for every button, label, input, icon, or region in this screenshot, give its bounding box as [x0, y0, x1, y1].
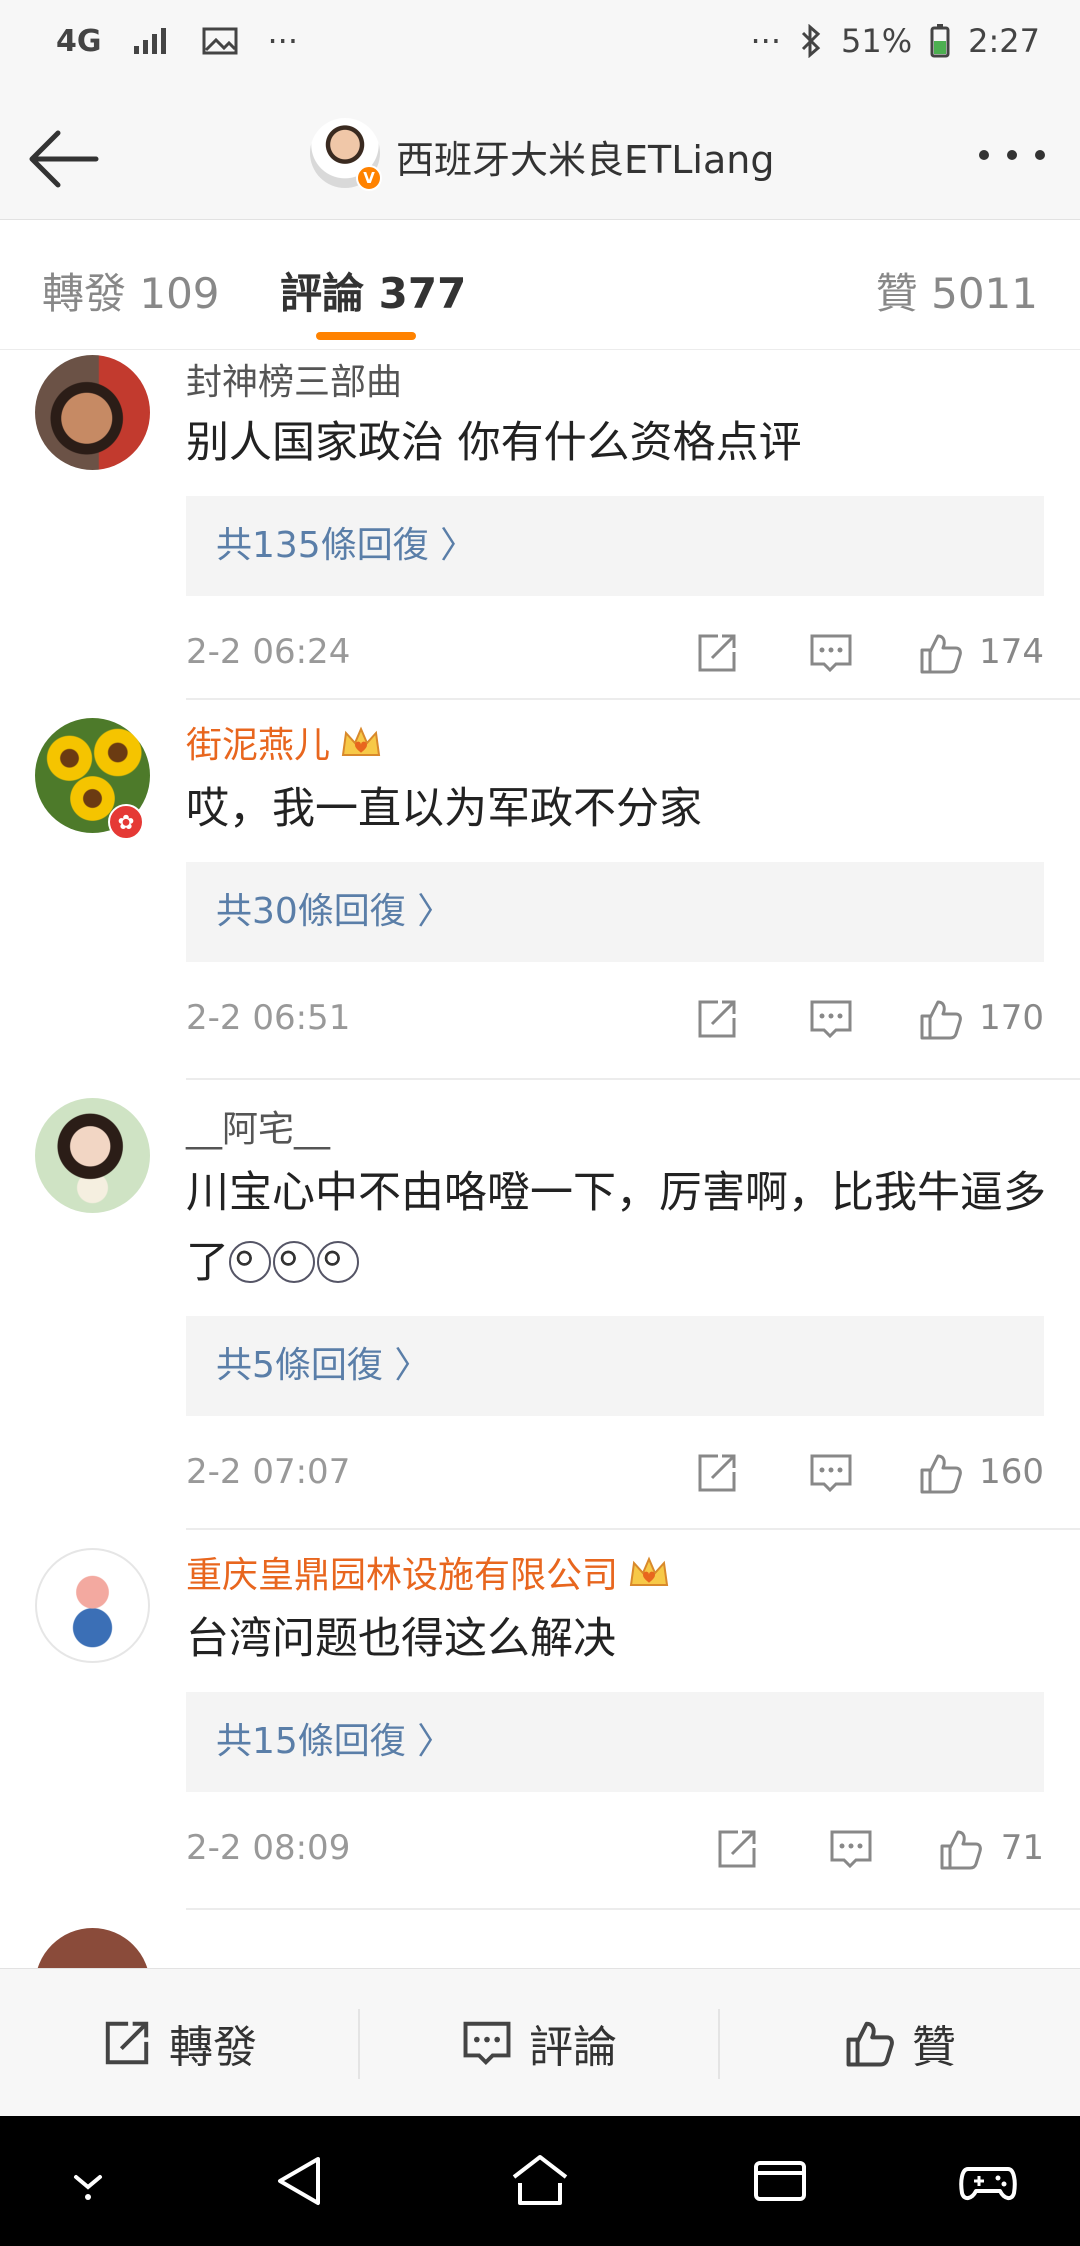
like-count: 170: [979, 998, 1044, 1038]
action-toolbar: 轉發 評論 贊: [0, 1968, 1080, 2116]
avatar[interactable]: [35, 1098, 150, 1213]
like-count: 71: [1000, 1828, 1044, 1868]
status-overflow-right: ···: [750, 22, 782, 60]
username[interactable]: 重庆皇鼎园林设施有限公司: [186, 1546, 670, 1598]
comment-list[interactable]: 封神榜三部曲 别人国家政治 你有什么资格点评 共135條回復 〉 2-2 06:…: [0, 350, 1080, 1968]
replies-link[interactable]: 共135條回復 〉: [186, 496, 1044, 596]
share-icon[interactable]: [714, 1826, 760, 1872]
thumbs-up-icon[interactable]: [918, 996, 964, 1042]
comment-text: 川宝心中不由咯噔一下，厉害啊，比我牛逼多了: [186, 1168, 1046, 1288]
comment-icon[interactable]: [808, 630, 854, 676]
comment-icon: [463, 2021, 511, 2066]
hide-keyboard-icon[interactable]: [58, 2151, 118, 2211]
like-count: 174: [979, 632, 1044, 672]
thumbs-up-icon[interactable]: [918, 630, 964, 676]
repost-label: 轉發: [169, 2022, 257, 2073]
author-name[interactable]: 西班牙大米良ETLiang: [396, 129, 774, 184]
timestamp: 2-2 08:09: [186, 1828, 351, 1868]
comment-button[interactable]: 評論: [360, 1969, 718, 2117]
active-tab-indicator: [316, 332, 416, 340]
tab-comments[interactable]: 評論 377: [280, 260, 466, 321]
like-button[interactable]: 贊: [720, 1969, 1080, 2117]
like-count: 160: [979, 1452, 1044, 1492]
timestamp: 2-2 06:51: [186, 998, 351, 1038]
top-bar: V 西班牙大米良ETLiang: [0, 95, 1080, 220]
crown-icon: [341, 726, 381, 756]
comment-text: 别人国家政治 你有什么资格点评: [186, 418, 802, 468]
replies-link[interactable]: 共30條回復 〉: [186, 862, 1044, 962]
signal-icon: [133, 28, 166, 54]
clock: 2:27: [968, 22, 1040, 60]
image-icon: [202, 27, 237, 55]
comment-meta: 2-2 08:09 71: [186, 1818, 1044, 1878]
share-icon[interactable]: [694, 630, 740, 676]
timestamp: 2-2 06:24: [186, 632, 351, 672]
emoji-icon: [317, 1241, 359, 1283]
replies-link[interactable]: 共5條回復 〉: [186, 1316, 1044, 1416]
comment-item: 封神榜三部曲 别人国家政治 你有什么资格点评 共135條回復 〉 2-2 06:…: [0, 350, 1080, 700]
tab-likes[interactable]: 贊 5011: [876, 260, 1038, 321]
thumbs-up-icon[interactable]: [918, 1450, 964, 1496]
tab-reposts[interactable]: 轉發 109: [42, 260, 220, 321]
comment-text: 哎，我一直以为军政不分家: [186, 784, 702, 834]
share-icon: [105, 2021, 149, 2065]
tab-bar: 轉發 109 評論 377 贊 5011: [0, 220, 1080, 350]
emoji-icon: [229, 1241, 271, 1283]
battery-icon: [930, 24, 950, 58]
comment-meta: 2-2 07:07 160: [186, 1442, 1044, 1502]
share-icon[interactable]: [694, 1450, 740, 1496]
comment-item: 重庆皇鼎园林设施有限公司 台湾问题也得这么解决 共15條回復 〉 2-2 08:…: [0, 1530, 1080, 1910]
member-badge-icon: ✿: [108, 804, 144, 840]
comment-icon[interactable]: [808, 996, 854, 1042]
status-bar: 4G ··· ··· 51% 2:27: [0, 0, 1080, 95]
avatar[interactable]: [35, 355, 150, 470]
thumbs-up-icon[interactable]: [938, 1826, 984, 1872]
comment-icon[interactable]: [808, 1450, 854, 1496]
timestamp: 2-2 07:07: [186, 1452, 351, 1492]
replies-link[interactable]: 共15條回復 〉: [186, 1692, 1044, 1792]
username[interactable]: 封神榜三部曲: [186, 353, 402, 405]
comment-icon[interactable]: [828, 1826, 874, 1872]
status-overflow: ···: [267, 22, 299, 60]
back-arrow-icon[interactable]: [26, 119, 106, 199]
thumbs-up-icon: [846, 2021, 894, 2067]
home-icon[interactable]: [510, 2151, 570, 2211]
more-icon[interactable]: [972, 135, 1052, 175]
like-label: 贊: [912, 2022, 956, 2073]
recent-apps-icon[interactable]: [750, 2151, 810, 2211]
avatar[interactable]: [35, 1928, 150, 1968]
username[interactable]: 街泥燕儿: [186, 716, 382, 768]
comment-text: 台湾问题也得这么解决: [186, 1614, 616, 1664]
bluetooth-icon: [801, 24, 821, 58]
comment-item-partial: [0, 1910, 1080, 1968]
comment-item: __阿宅__ 川宝心中不由咯噔一下，厉害啊，比我牛逼多了 共5條回復 〉 2-2…: [0, 1080, 1080, 1530]
game-icon[interactable]: [958, 2151, 1018, 2211]
emoji-icon: [273, 1241, 315, 1283]
comment-meta: 2-2 06:24 174: [186, 622, 1044, 682]
share-icon[interactable]: [694, 996, 740, 1042]
comment-item: ✿ 街泥燕儿 哎，我一直以为军政不分家 共30條回復 〉 2-2 06:51 1…: [0, 700, 1080, 1080]
verified-badge: V: [356, 165, 382, 191]
comment-meta: 2-2 06:51 170: [186, 988, 1044, 1048]
avatar[interactable]: [35, 1548, 150, 1663]
back-icon[interactable]: [270, 2151, 330, 2211]
network-indicator: 4G: [56, 23, 102, 59]
username[interactable]: __阿宅__: [186, 1100, 330, 1152]
system-nav-bar: [0, 2116, 1080, 2246]
crown-icon: [629, 1556, 669, 1586]
battery-percent: 51%: [841, 22, 913, 60]
comment-label: 評論: [529, 2022, 617, 2073]
repost-button[interactable]: 轉發: [0, 1969, 358, 2117]
